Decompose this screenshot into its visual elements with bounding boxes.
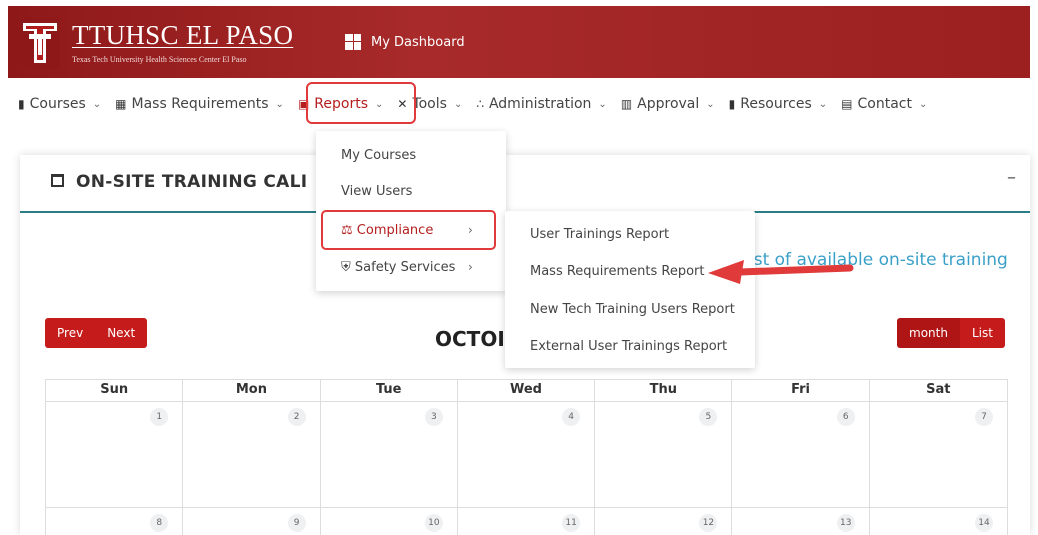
day-number[interactable]: 13 xyxy=(836,514,855,532)
nav-courses-label: Courses xyxy=(29,96,86,112)
nav-administration-label: Administration xyxy=(488,96,592,112)
shield-icon: ⛨ xyxy=(341,260,351,275)
calendar-icon xyxy=(51,174,64,187)
menu-item-safety-label: Safety Services xyxy=(354,260,456,275)
dashboard-label: My Dashboard xyxy=(371,34,465,50)
books-icon: ▮ xyxy=(728,97,736,111)
day-number[interactable]: 6 xyxy=(836,408,855,426)
nav-approval-label: Approval xyxy=(637,96,700,112)
day-cell[interactable]: 9 xyxy=(183,508,321,535)
chevron-down-icon: ⌄ xyxy=(918,98,928,110)
day-number[interactable]: 2 xyxy=(287,408,306,426)
month-view-button[interactable]: month xyxy=(897,318,960,348)
weekday-wed: Wed xyxy=(458,380,596,401)
nav-resources[interactable]: ▮ Resources ⌄ xyxy=(729,96,828,112)
weekday-fri: Fri xyxy=(732,380,870,401)
day-cell[interactable]: 2 xyxy=(183,402,321,507)
day-cell[interactable]: 7 xyxy=(870,402,1007,507)
calendar-week-1: 1 2 3 4 5 6 7 xyxy=(45,401,1008,508)
reports-highlight-box xyxy=(306,82,416,124)
day-cell[interactable]: 4 xyxy=(458,402,596,507)
day-cell[interactable]: 12 xyxy=(595,508,733,535)
menu-item-view-users[interactable]: View Users xyxy=(341,184,412,199)
chevron-right-icon: › xyxy=(468,260,473,274)
chevron-down-icon: ⌄ xyxy=(598,98,607,110)
weekday-sun: Sun xyxy=(46,380,184,401)
menu-item-mass-requirements-report[interactable]: Mass Requirements Report xyxy=(530,264,704,279)
chevron-down-icon: ⌄ xyxy=(275,98,284,110)
weekday-tue: Tue xyxy=(321,380,458,401)
org-title[interactable]: TTUHSC EL PASO xyxy=(72,20,293,51)
main-nav: ▮ Courses ⌄ ▦ Mass Requirements ⌄ ▣ Repo… xyxy=(18,92,941,116)
compliance-highlight-box xyxy=(321,210,496,250)
nav-approval[interactable]: ▥ Approval ⌄ xyxy=(621,96,715,112)
menu-item-my-courses[interactable]: My Courses xyxy=(341,148,416,163)
prev-next-group: Prev Next xyxy=(45,318,148,348)
nav-tools-label: Tools xyxy=(412,96,447,112)
day-number[interactable]: 7 xyxy=(975,408,993,426)
nav-administration[interactable]: ∴ Administration ⌄ xyxy=(476,96,606,112)
day-number[interactable]: 10 xyxy=(424,514,443,532)
day-cell[interactable]: 13 xyxy=(732,508,870,535)
nav-contact-label: Contact xyxy=(857,96,912,112)
calendar-grid: Sun Mon Tue Wed Thu Fri Sat 1 2 3 4 5 6 … xyxy=(45,379,1008,535)
card-title: ON-SITE TRAINING CALI xyxy=(76,172,308,192)
site-header: TTUHSC EL PASO Texas Tech University Hea… xyxy=(8,6,1030,78)
view-switcher: month List xyxy=(897,318,1005,348)
day-cell[interactable]: 3 xyxy=(321,402,458,507)
next-button[interactable]: Next xyxy=(95,318,148,348)
weekday-mon: Mon xyxy=(183,380,321,401)
day-number[interactable]: 8 xyxy=(150,514,169,532)
menu-item-new-tech-training-users-report[interactable]: New Tech Training Users Report xyxy=(530,302,735,317)
day-number[interactable]: 14 xyxy=(975,514,993,532)
chevron-down-icon: ⌄ xyxy=(706,98,715,110)
chevron-down-icon: ⌄ xyxy=(92,98,102,110)
day-number[interactable]: 4 xyxy=(562,408,581,426)
chevron-down-icon: ⌄ xyxy=(453,98,463,110)
day-number[interactable]: 5 xyxy=(699,408,718,426)
nav-mass-requirements[interactable]: ▦ Mass Requirements ⌄ xyxy=(115,96,284,112)
double-t-logo-icon[interactable] xyxy=(20,19,60,69)
my-dashboard-link[interactable]: My Dashboard xyxy=(345,34,465,50)
compliance-submenu: User Trainings Report Mass Requirements … xyxy=(505,211,755,368)
handshake-icon: ▥ xyxy=(620,97,633,111)
day-cell[interactable]: 5 xyxy=(595,402,733,507)
nav-contact[interactable]: ▤ Contact ⌄ xyxy=(841,96,927,112)
book-icon: ▮ xyxy=(18,97,25,111)
menu-item-safety-services[interactable]: ⛨ Safety Services › xyxy=(341,260,473,275)
day-number[interactable]: 1 xyxy=(150,408,169,426)
phone-icon: ▤ xyxy=(841,97,853,111)
users-icon: ∴ xyxy=(476,97,484,111)
month-title: OCTOI xyxy=(435,327,505,351)
list-view-button[interactable]: List xyxy=(959,318,1005,348)
nav-mass-requirements-label: Mass Requirements xyxy=(131,96,269,112)
weekday-thu: Thu xyxy=(595,380,733,401)
day-cell[interactable]: 10 xyxy=(321,508,458,535)
annotation-arrow-icon xyxy=(708,260,854,284)
card-header: ON-SITE TRAINING CALI – xyxy=(20,155,1030,213)
day-cell[interactable]: 14 xyxy=(870,508,1007,535)
dashboard-icon xyxy=(345,34,361,50)
day-number[interactable]: 3 xyxy=(424,408,443,426)
nav-courses[interactable]: ▮ Courses ⌄ xyxy=(18,96,101,112)
day-cell[interactable]: 1 xyxy=(46,402,184,507)
prev-button[interactable]: Prev xyxy=(45,318,96,348)
menu-item-user-trainings-report[interactable]: User Trainings Report xyxy=(530,227,669,242)
day-number[interactable]: 12 xyxy=(699,514,718,532)
org-subtitle: Texas Tech University Health Sciences Ce… xyxy=(72,55,247,64)
day-number[interactable]: 11 xyxy=(562,514,581,532)
clipboard-icon: ▦ xyxy=(115,97,127,111)
nav-resources-label: Resources xyxy=(740,96,812,112)
minimize-button[interactable]: – xyxy=(1007,167,1016,188)
day-cell[interactable]: 8 xyxy=(46,508,184,535)
calendar-week-2: 8 9 10 11 12 13 14 xyxy=(45,508,1008,535)
weekday-header: Sun Mon Tue Wed Thu Fri Sat xyxy=(45,379,1008,401)
day-cell[interactable]: 6 xyxy=(732,402,870,507)
chevron-down-icon: ⌄ xyxy=(818,98,828,110)
day-cell[interactable]: 11 xyxy=(458,508,596,535)
menu-item-external-user-trainings-report[interactable]: External User Trainings Report xyxy=(530,339,727,354)
day-number[interactable]: 9 xyxy=(287,514,306,532)
weekday-sat: Sat xyxy=(926,382,951,397)
